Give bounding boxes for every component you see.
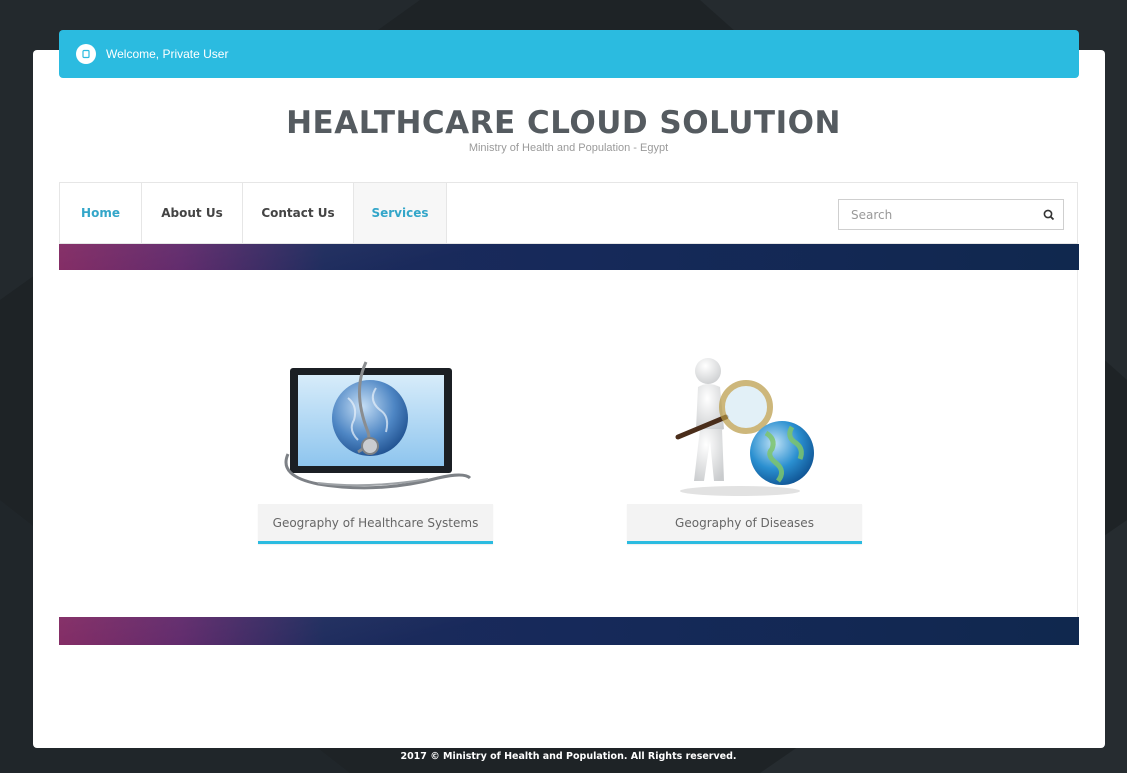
site-subtitle: Ministry of Health and Population - Egyp… [468, 142, 669, 154]
search-input[interactable] [849, 200, 1033, 230]
site-title: HEALTHCARE CLOUD SOLUTION [286, 105, 841, 141]
welcome-text: Welcome, Private User [106, 47, 229, 61]
search-box [838, 199, 1064, 230]
user-avatar-icon[interactable] [76, 44, 96, 64]
main-navbar: Home About Us Contact Us Services [59, 182, 1078, 244]
service-card-diseases[interactable]: Geography of Diseases [627, 504, 862, 544]
nav-services[interactable]: Services [353, 183, 447, 243]
bottom-banner [59, 617, 1079, 645]
footer-copyright: 2017 © Ministry of Health and Population… [400, 751, 737, 762]
nav-contact-us[interactable]: Contact Us [243, 183, 354, 243]
service-card-healthcare-systems[interactable]: Geography of Healthcare Systems [258, 504, 493, 544]
nav-about-us[interactable]: About Us [142, 183, 243, 243]
services-content [59, 270, 1078, 617]
search-icon[interactable] [1041, 207, 1057, 223]
monitor-globe-stethoscope-image[interactable] [278, 358, 474, 496]
nav-home[interactable]: Home [60, 183, 142, 243]
top-banner [59, 244, 1079, 270]
welcome-bar: Welcome, Private User [59, 30, 1079, 78]
figure-magnifier-globe-image[interactable] [670, 355, 820, 497]
